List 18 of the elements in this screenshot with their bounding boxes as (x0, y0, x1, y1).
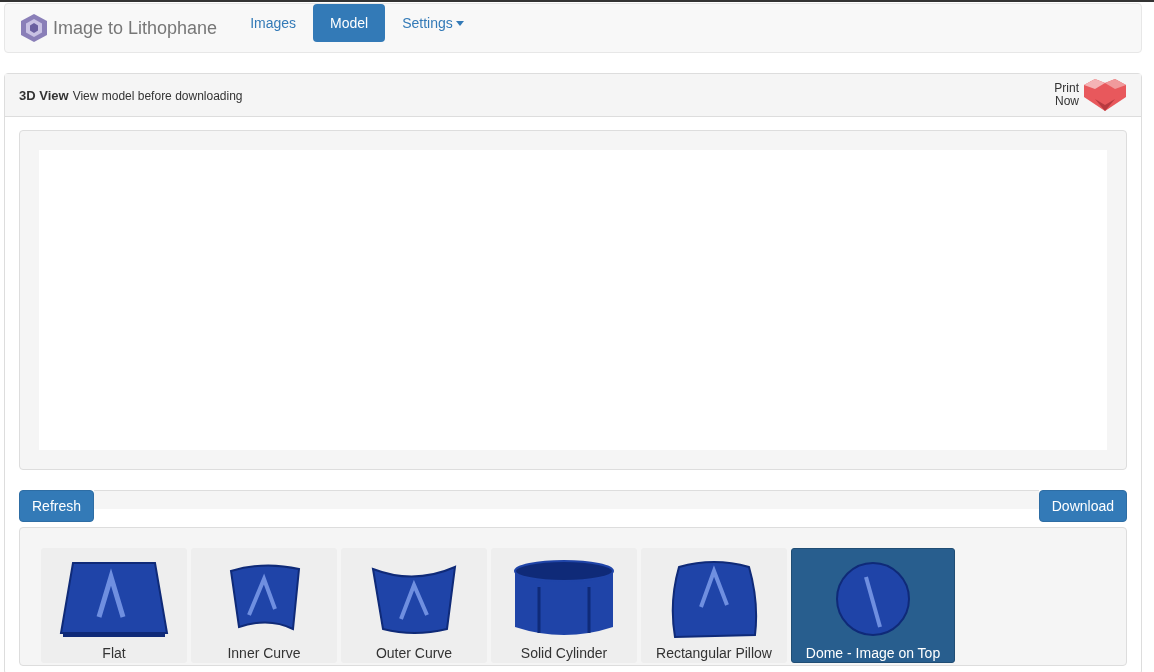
panel-subtitle: View model before downloading (72, 89, 243, 103)
shape-option[interactable]: Solid Cylinder (491, 548, 637, 663)
cube-logo-icon (1083, 77, 1127, 113)
shape-option[interactable]: Rectangular Pillow (641, 548, 787, 663)
caret-icon (455, 20, 464, 26)
nav-link[interactable]: Settings (385, 4, 481, 42)
panel-title: 3D View (19, 88, 69, 103)
shape-option[interactable]: Dome - Image on Top (791, 548, 955, 663)
print-now-link[interactable]: Print Now (1054, 82, 1079, 108)
refresh-button[interactable]: Refresh (19, 490, 95, 522)
shape-option[interactable]: Flat (41, 548, 187, 663)
shape-option[interactable]: Inner Curve (191, 548, 337, 663)
nav-link[interactable]: Model (313, 4, 386, 42)
nav-link[interactable]: Images (233, 4, 314, 42)
brand-title[interactable]: Image to Lithophane (53, 17, 218, 39)
hexagon-logo-icon (19, 13, 49, 43)
shape-option[interactable]: Outer Curve (341, 548, 487, 663)
download-button[interactable]: Download (1038, 490, 1127, 522)
